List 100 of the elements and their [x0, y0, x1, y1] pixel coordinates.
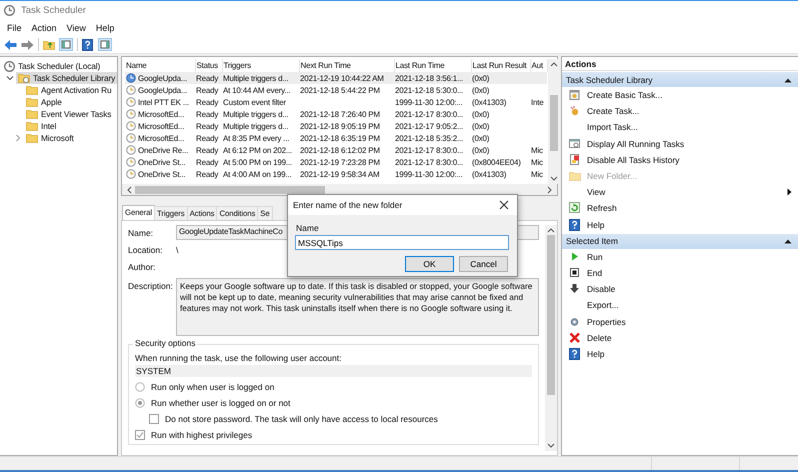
- command-link[interactable]: Disable: [562, 281, 798, 298]
- scrollbar-thumb[interactable]: [135, 186, 325, 194]
- back-arrow-icon[interactable]: [4, 38, 17, 50]
- scroll-down-icon[interactable]: [547, 443, 555, 449]
- collapsed-chevron-icon[interactable]: [14, 134, 22, 142]
- tree-item[interactable]: Agent Activation Ru: [24, 84, 114, 96]
- table-cell: Ready: [196, 86, 218, 94]
- help-icon[interactable]: [82, 38, 94, 50]
- command-link[interactable]: Refresh: [562, 200, 798, 216]
- table-cell: Inte: [531, 98, 544, 106]
- command-link[interactable]: Help: [562, 216, 798, 233]
- task-row[interactable]: GoogleUpda...: [126, 85, 194, 95]
- submenu-arrow-icon[interactable]: [787, 188, 792, 196]
- table-cell: 1999-11-30 12:00:...: [395, 170, 462, 178]
- scroll-up-icon[interactable]: [547, 227, 555, 233]
- window-title: Task Scheduler: [21, 5, 86, 16]
- account-field: SYSTEM: [135, 365, 532, 377]
- table-cell: Mic: [531, 158, 543, 166]
- command-link[interactable]: Display All Running Tasks: [562, 136, 798, 152]
- checkbox[interactable]: [135, 430, 145, 440]
- table-cell: 2021-12-19 9:58:34 AM: [300, 170, 380, 178]
- command-link[interactable]: Run: [562, 248, 798, 265]
- clock-icon: [126, 121, 136, 131]
- scroll-right-icon[interactable]: [547, 186, 553, 194]
- table-cell: Multiple triggers d...: [223, 122, 288, 130]
- forward-arrow-icon[interactable]: [21, 38, 34, 50]
- down-arrow-icon: [569, 283, 581, 296]
- table-cell: OneDrive St...: [138, 158, 186, 166]
- radio-button[interactable]: [135, 382, 145, 392]
- table-cell: Ready: [196, 74, 218, 82]
- menu-item[interactable]: View: [62, 23, 91, 33]
- vertical-scrollbar[interactable]: [548, 59, 560, 184]
- command-link[interactable]: Export...: [562, 297, 798, 314]
- radio-button[interactable]: [135, 398, 145, 408]
- folder-icon: [26, 120, 38, 132]
- checkbox[interactable]: [149, 414, 159, 424]
- command-link[interactable]: End: [562, 264, 798, 282]
- scroll-down-icon[interactable]: [550, 176, 558, 182]
- section-header[interactable]: Selected Item: [562, 234, 798, 249]
- clock-icon: [126, 97, 136, 107]
- command-link[interactable]: Create Task...: [562, 103, 798, 120]
- scrollbar-thumb[interactable]: [547, 235, 555, 395]
- table-cell: 2021-12-18 6:12:02 PM: [300, 146, 380, 154]
- table-cell: (0x0): [472, 134, 490, 142]
- table-cell: 2021-12-17 8:30:0...: [395, 158, 464, 166]
- menu-item[interactable]: Action: [26, 23, 62, 33]
- command-link[interactable]: Delete: [562, 330, 798, 346]
- action-pane-icon[interactable]: [98, 38, 112, 51]
- table-cell: Ready: [196, 158, 218, 166]
- close-icon[interactable]: [499, 200, 509, 210]
- command-link[interactable]: Properties: [562, 313, 798, 330]
- horizontal-scrollbar[interactable]: [122, 184, 557, 195]
- tree-item[interactable]: Event Viewer Tasks: [24, 108, 114, 120]
- tree-item[interactable]: Task Scheduler (Local): [2, 60, 102, 72]
- tree-item[interactable]: Task Scheduler Library: [16, 72, 117, 84]
- section-header[interactable]: Task Scheduler Library: [562, 72, 798, 87]
- folder-up-icon[interactable]: [43, 38, 55, 50]
- name-input[interactable]: MSSQLTips: [295, 235, 509, 250]
- tree-item[interactable]: Intel: [24, 120, 58, 132]
- scroll-up-icon[interactable]: [550, 61, 558, 67]
- scrollbar-thumb[interactable]: [550, 95, 558, 151]
- tree-item[interactable]: Microsoft: [24, 132, 76, 144]
- menu-item[interactable]: Help: [90, 23, 120, 33]
- description-field[interactable]: Keeps your Google software up to date. If this task is disabled or stopped, your Google software will not be kept up to date, meaning security vulnerabilities that may arise cannot be fixed and features may not work. This task uninstalls itself when there is no Google software using it.: [176, 278, 539, 336]
- collapse-icon[interactable]: [784, 238, 792, 244]
- task-row[interactable]: MicrosoftEd...: [126, 121, 194, 131]
- expanded-chevron-icon[interactable]: [6, 74, 14, 82]
- scroll-left-icon[interactable]: [126, 186, 132, 194]
- option-label: Run only when user is logged on: [151, 382, 274, 392]
- option-label: Run whether user is logged on or not: [151, 398, 290, 408]
- clock-icon: [126, 73, 136, 83]
- tree-item[interactable]: Apple: [24, 96, 64, 108]
- app-clock-icon: [4, 4, 16, 16]
- table-cell: (0x0): [472, 86, 490, 94]
- collapse-icon[interactable]: [784, 76, 792, 82]
- command-link[interactable]: Import Task...: [562, 119, 798, 136]
- table-cell: 2021-12-17 9:05:2...: [395, 122, 464, 130]
- task-row[interactable]: OneDrive St...: [126, 157, 194, 167]
- task-row[interactable]: OneDrive Re...: [126, 145, 194, 155]
- table-cell: GoogleUpda...: [138, 74, 187, 82]
- command-link[interactable]: Create Basic Task...: [562, 87, 798, 104]
- task-row[interactable]: MicrosoftEd...: [126, 109, 194, 119]
- dialog-button[interactable]: OK: [405, 256, 454, 272]
- command-link[interactable]: Disable All Tasks History: [562, 152, 798, 168]
- field-label: Author:: [128, 261, 156, 272]
- task-row[interactable]: Intel PTT EK ...: [126, 97, 194, 107]
- table-cell: 2021-12-18 3:56:1...: [395, 74, 464, 82]
- folder-icon: [569, 170, 581, 182]
- tree-pane-icon[interactable]: [59, 38, 73, 51]
- table-cell: 1999-11-30 12:00:...: [395, 98, 462, 106]
- dialog-button[interactable]: Cancel: [459, 256, 508, 272]
- table-cell: Ready: [196, 122, 218, 130]
- task-row[interactable]: GoogleUpda...: [126, 73, 194, 83]
- vertical-scrollbar[interactable]: [545, 225, 557, 451]
- task-row[interactable]: OneDrive St...: [126, 169, 194, 179]
- command-link[interactable]: View: [562, 184, 798, 200]
- table-cell: At 10:44 AM every...: [223, 86, 290, 94]
- task-row[interactable]: MicrosoftEd...: [126, 133, 194, 143]
- menu-item[interactable]: File: [2, 23, 27, 33]
- command-link[interactable]: Help: [562, 346, 798, 362]
